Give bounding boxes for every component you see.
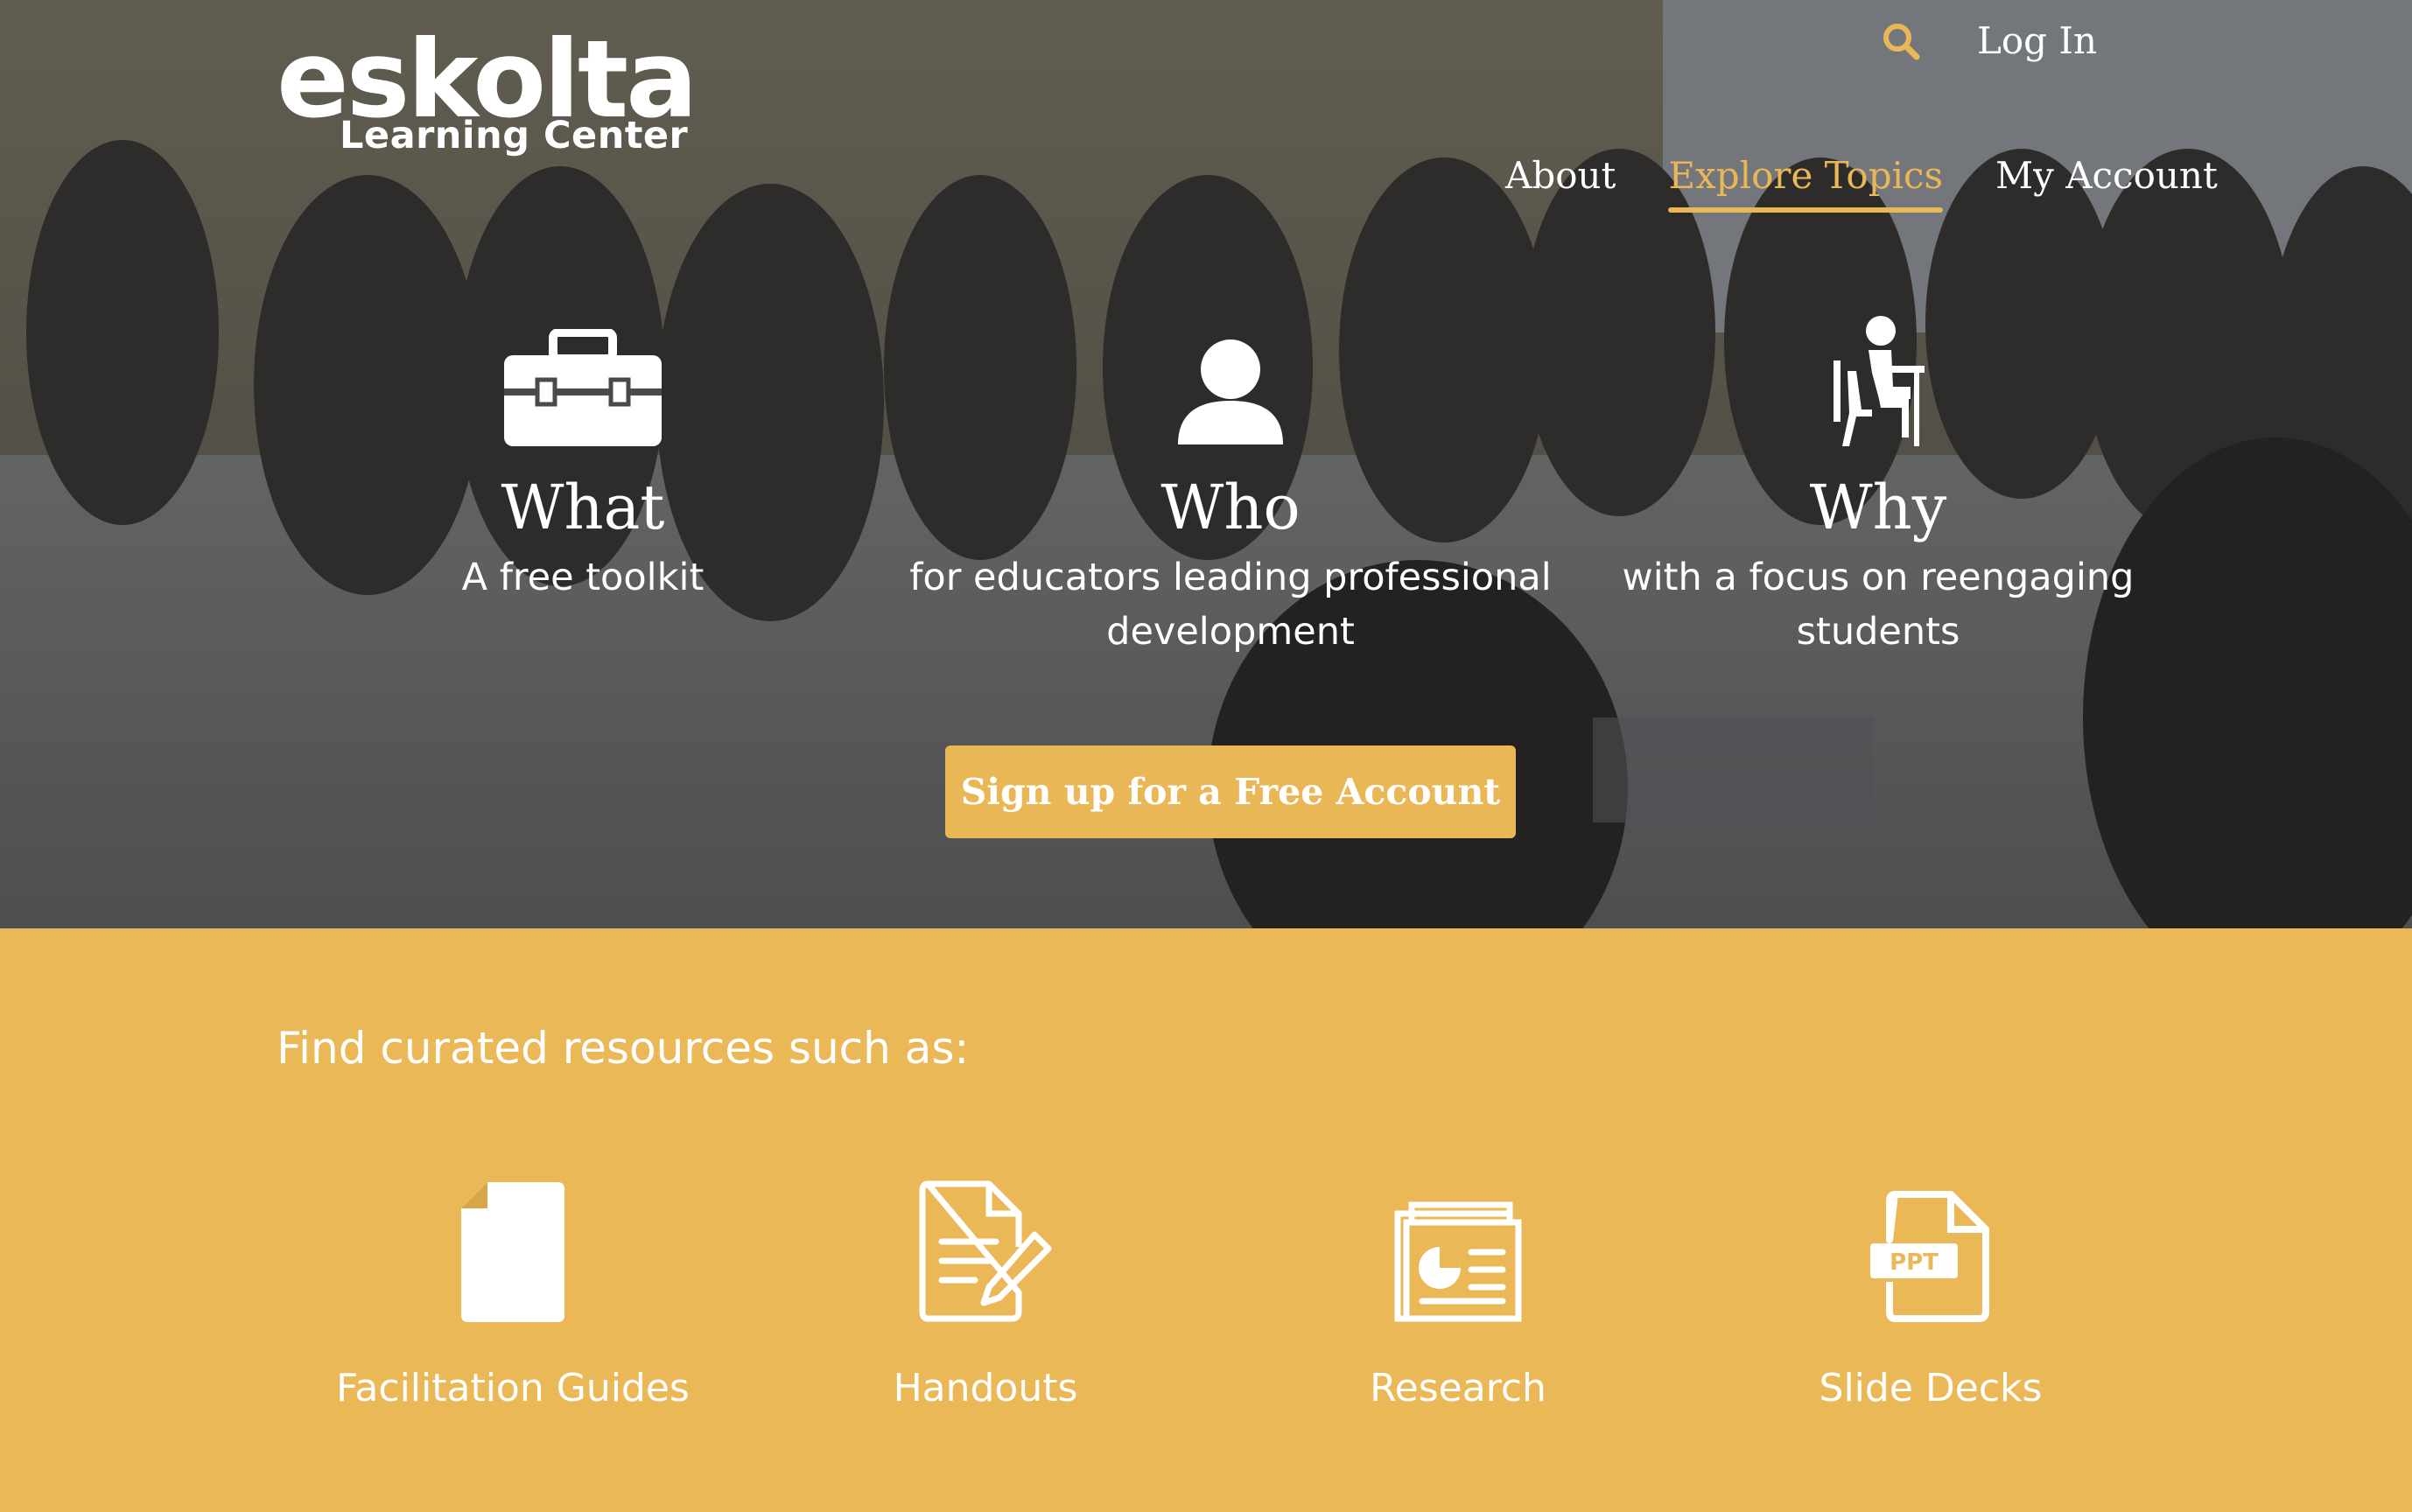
feature-what-desc: A free toolkit [461,556,705,599]
person-icon [1178,340,1283,444]
nav-explore-topics[interactable]: Explore Topics [1668,154,1943,213]
resources-section: Find curated resources such as: Facilita… [0,928,2412,1512]
search-icon[interactable] [1881,21,1921,61]
feature-who-desc: for educators leading professional devel… [909,556,1552,654]
feature-what: What A free toolkit [250,315,915,605]
resource-label: Research [1370,1366,1546,1410]
resource-handouts[interactable]: Handouts [749,1173,1222,1410]
resources-heading: Find curated resources such as: [277,1023,970,1074]
student-desk-icon [1834,316,1925,446]
logo-subtitle: Learning Center [340,114,689,158]
resource-facilitation-guides[interactable]: Facilitation Guides [277,1173,749,1410]
main-nav: About Explore Topics My Account [1505,154,2218,213]
resource-label: Slide Decks [1819,1366,2043,1410]
hero-section: eskolta Learning Center Log In About Exp… [0,0,2412,928]
research-chart-icon [1394,1201,1522,1322]
feature-why: Why with a focus on reengaging students [1546,315,2211,659]
handout-pencil-icon [919,1180,1052,1322]
feature-who-title: Who [1160,472,1301,543]
ppt-file-icon: PPT [1870,1191,1989,1322]
feature-what-title: What [501,472,665,543]
utility-nav: Log In [1881,19,2097,62]
nav-about[interactable]: About [1505,154,1616,213]
feature-why-title: Why [1809,472,1947,543]
document-icon [461,1182,564,1322]
nav-my-account[interactable]: My Account [1995,154,2218,213]
logo[interactable]: eskolta Learning Center [277,26,698,158]
ppt-badge-text: PPT [1890,1250,1939,1276]
feature-why-desc: with a focus on reengaging students [1622,556,2135,654]
login-link[interactable]: Log In [1977,19,2097,62]
feature-who: Who for educators leading professional d… [898,315,1563,659]
resource-label: Handouts [893,1366,1078,1410]
resource-slide-decks[interactable]: PPT Slide Decks [1694,1173,2167,1410]
resource-research[interactable]: Research [1222,1173,1694,1410]
toolbox-icon [504,329,662,446]
resource-label: Facilitation Guides [336,1366,690,1410]
signup-button[interactable]: Sign up for a Free Account [945,746,1516,838]
